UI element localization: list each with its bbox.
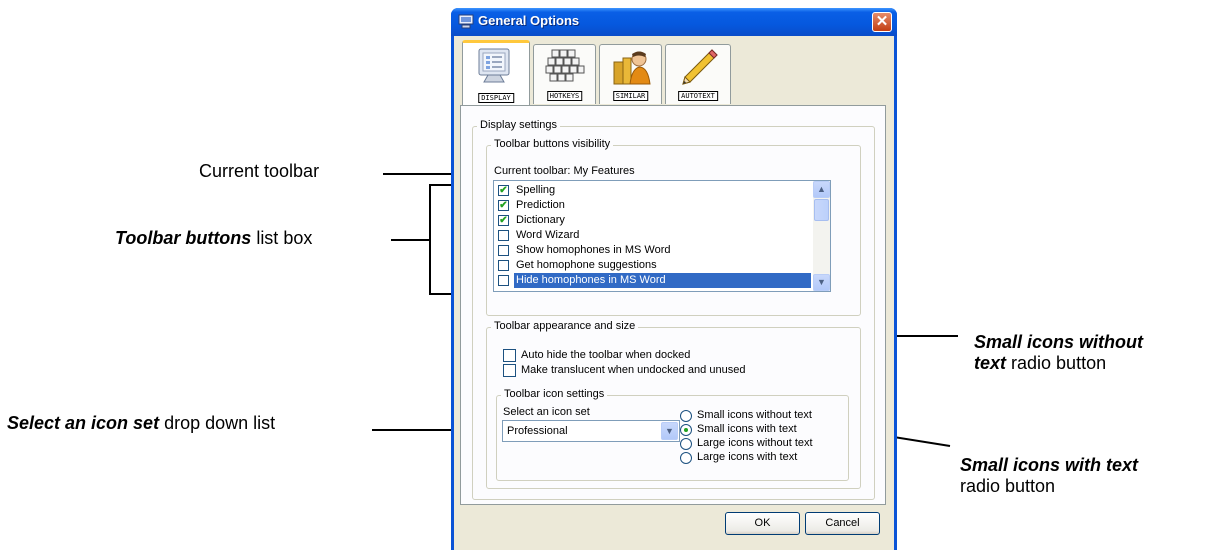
tab-hotkeys[interactable]: HOTKEYS xyxy=(533,44,596,104)
annotation-small-with-text-bold: Small icons with text xyxy=(960,455,1139,475)
tab-display[interactable]: DISPLAY xyxy=(462,40,530,106)
annotation-select-icon-set-rest: drop down list xyxy=(159,413,276,433)
icon-settings-group: Toolbar icon settings Select an icon set… xyxy=(496,388,849,481)
checkbox-dictionary[interactable]: ✔ xyxy=(498,215,509,226)
ok-button[interactable]: OK xyxy=(725,512,800,535)
annotation-small-no-text-bold-2: text xyxy=(974,353,1007,373)
tab-similar-label: SIMILAR xyxy=(612,91,649,101)
annotation-toolbar-buttons: Toolbar buttons list box xyxy=(115,228,312,249)
annotation-select-icon-set-bold: Select an icon set xyxy=(7,413,160,433)
bracket-vertical xyxy=(429,184,431,295)
icon-set-dropdown-button[interactable]: ▼ xyxy=(661,422,678,440)
annotation-small-no-text-bold-1: Small icons without xyxy=(974,332,1144,352)
checkbox-spelling[interactable]: ✔ xyxy=(498,185,509,196)
keyboard-icon xyxy=(545,49,585,82)
checkbox-show-homophones[interactable] xyxy=(498,245,509,256)
tab-autotext-label: AUTOTEXT xyxy=(678,91,718,101)
toolbar-visibility-legend: Toolbar buttons visibility xyxy=(491,138,614,150)
chevron-up-icon: ▲ xyxy=(817,184,826,194)
tab-display-label: DISPLAY xyxy=(478,93,514,103)
tab-hotkeys-label: HOTKEYS xyxy=(546,91,583,101)
chevron-down-icon: ▼ xyxy=(817,277,826,287)
person-books-icon xyxy=(613,51,651,85)
annotation-toolbar-buttons-rest: list box xyxy=(251,228,313,248)
radio-small-icons-with-text[interactable] xyxy=(680,424,692,436)
cancel-button-label: Cancel xyxy=(825,517,860,529)
list-item-label: Spelling xyxy=(516,184,556,196)
close-icon: ✕ xyxy=(875,13,889,30)
radio-large-icons-with-text-label: Large icons with text xyxy=(697,451,798,463)
listbox-scrollbar[interactable]: ▲ ▼ xyxy=(813,181,830,291)
select-icon-set-label: Select an icon set xyxy=(503,406,590,418)
chevron-down-icon: ▼ xyxy=(665,426,674,436)
display-tab-panel: Display settings Toolbar buttons visibil… xyxy=(460,105,886,505)
radio-small-icons-without-text-label: Small icons without text xyxy=(697,409,812,421)
annotation-small-with-text-rest: radio button xyxy=(960,476,1056,496)
icon-settings-legend: Toolbar icon settings xyxy=(501,388,608,400)
cancel-button[interactable]: Cancel xyxy=(805,512,880,535)
icon-set-select[interactable]: Professional ▼ xyxy=(502,420,680,442)
dialog-client: DISPLAY HOTKEYS SIMILAR AUTOTEXT Display… xyxy=(454,36,894,550)
list-item-label: Prediction xyxy=(516,199,565,211)
checkbox-word-wizard[interactable] xyxy=(498,230,509,241)
toolbar-appearance-legend: Toolbar appearance and size xyxy=(491,320,639,332)
auto-hide-checkbox[interactable] xyxy=(503,349,516,362)
scroll-thumb[interactable] xyxy=(814,199,829,221)
pencil-icon xyxy=(682,49,718,85)
translucent-checkbox[interactable] xyxy=(503,364,516,377)
checkbox-get-homophone-suggestions[interactable] xyxy=(498,260,509,271)
list-item-label: Hide homophones in MS Word xyxy=(514,273,811,288)
toolbar-buttons-listbox[interactable]: ✔ Spelling ✔ Prediction ✔ Dictionary Wor… xyxy=(493,180,831,292)
radio-large-icons-with-text[interactable] xyxy=(680,452,692,464)
list-item-label: Dictionary xyxy=(516,214,565,226)
toolbar-appearance-group: Toolbar appearance and size Auto hide th… xyxy=(486,320,861,489)
display-settings-legend: Display settings xyxy=(477,119,561,131)
close-button[interactable]: ✕ xyxy=(872,12,892,32)
ok-button-label: OK xyxy=(754,517,771,529)
toolbar-visibility-group: Toolbar buttons visibility Current toolb… xyxy=(486,138,861,316)
annotation-small-icons-without-text: Small icons without text radio button xyxy=(974,332,1204,374)
checkbox-hide-homophones[interactable] xyxy=(498,275,509,286)
scroll-up-button[interactable]: ▲ xyxy=(813,181,830,198)
title-bar[interactable]: General Options ✕ xyxy=(451,8,897,36)
annotation-current-toolbar: Current toolbar xyxy=(199,161,319,182)
annotation-current-toolbar-text: Current toolbar xyxy=(199,161,320,181)
list-item-label: Word Wizard xyxy=(516,229,580,241)
tab-similar[interactable]: SIMILAR xyxy=(599,44,662,104)
scroll-down-button[interactable]: ▼ xyxy=(813,274,830,291)
checkbox-prediction[interactable]: ✔ xyxy=(498,200,509,211)
display-settings-group: Display settings Toolbar buttons visibil… xyxy=(472,119,875,500)
icon-set-select-value: Professional xyxy=(507,425,568,437)
list-item-label: Get homophone suggestions xyxy=(516,259,657,271)
window-title: General Options xyxy=(478,13,580,28)
radio-large-icons-without-text[interactable] xyxy=(680,438,692,450)
pointer-line-toolbar-buttons xyxy=(391,239,430,241)
tab-autotext[interactable]: AUTOTEXT xyxy=(665,44,731,104)
annotation-small-icons-with-text: Small icons with text radio button xyxy=(960,455,1205,497)
monitor-icon xyxy=(478,48,510,83)
auto-hide-label: Auto hide the toolbar when docked xyxy=(521,349,691,361)
list-item-label: Show homophones in MS Word xyxy=(516,244,671,256)
radio-small-icons-with-text-label: Small icons with text xyxy=(697,423,797,435)
annotation-select-icon-set: Select an icon set drop down list xyxy=(7,413,275,434)
general-options-window: General Options ✕ DISPLAY HOTKEYS SIMILA… xyxy=(451,8,897,550)
app-icon xyxy=(458,14,474,29)
radio-large-icons-without-text-label: Large icons without text xyxy=(697,437,813,449)
annotation-toolbar-buttons-bold: Toolbar buttons xyxy=(115,228,252,248)
annotation-small-no-text-rest: radio button xyxy=(1006,353,1107,373)
current-toolbar-label: Current toolbar: My Features xyxy=(494,165,635,177)
radio-small-icons-without-text[interactable] xyxy=(680,410,692,422)
translucent-label: Make translucent when undocked and unuse… xyxy=(521,364,746,376)
